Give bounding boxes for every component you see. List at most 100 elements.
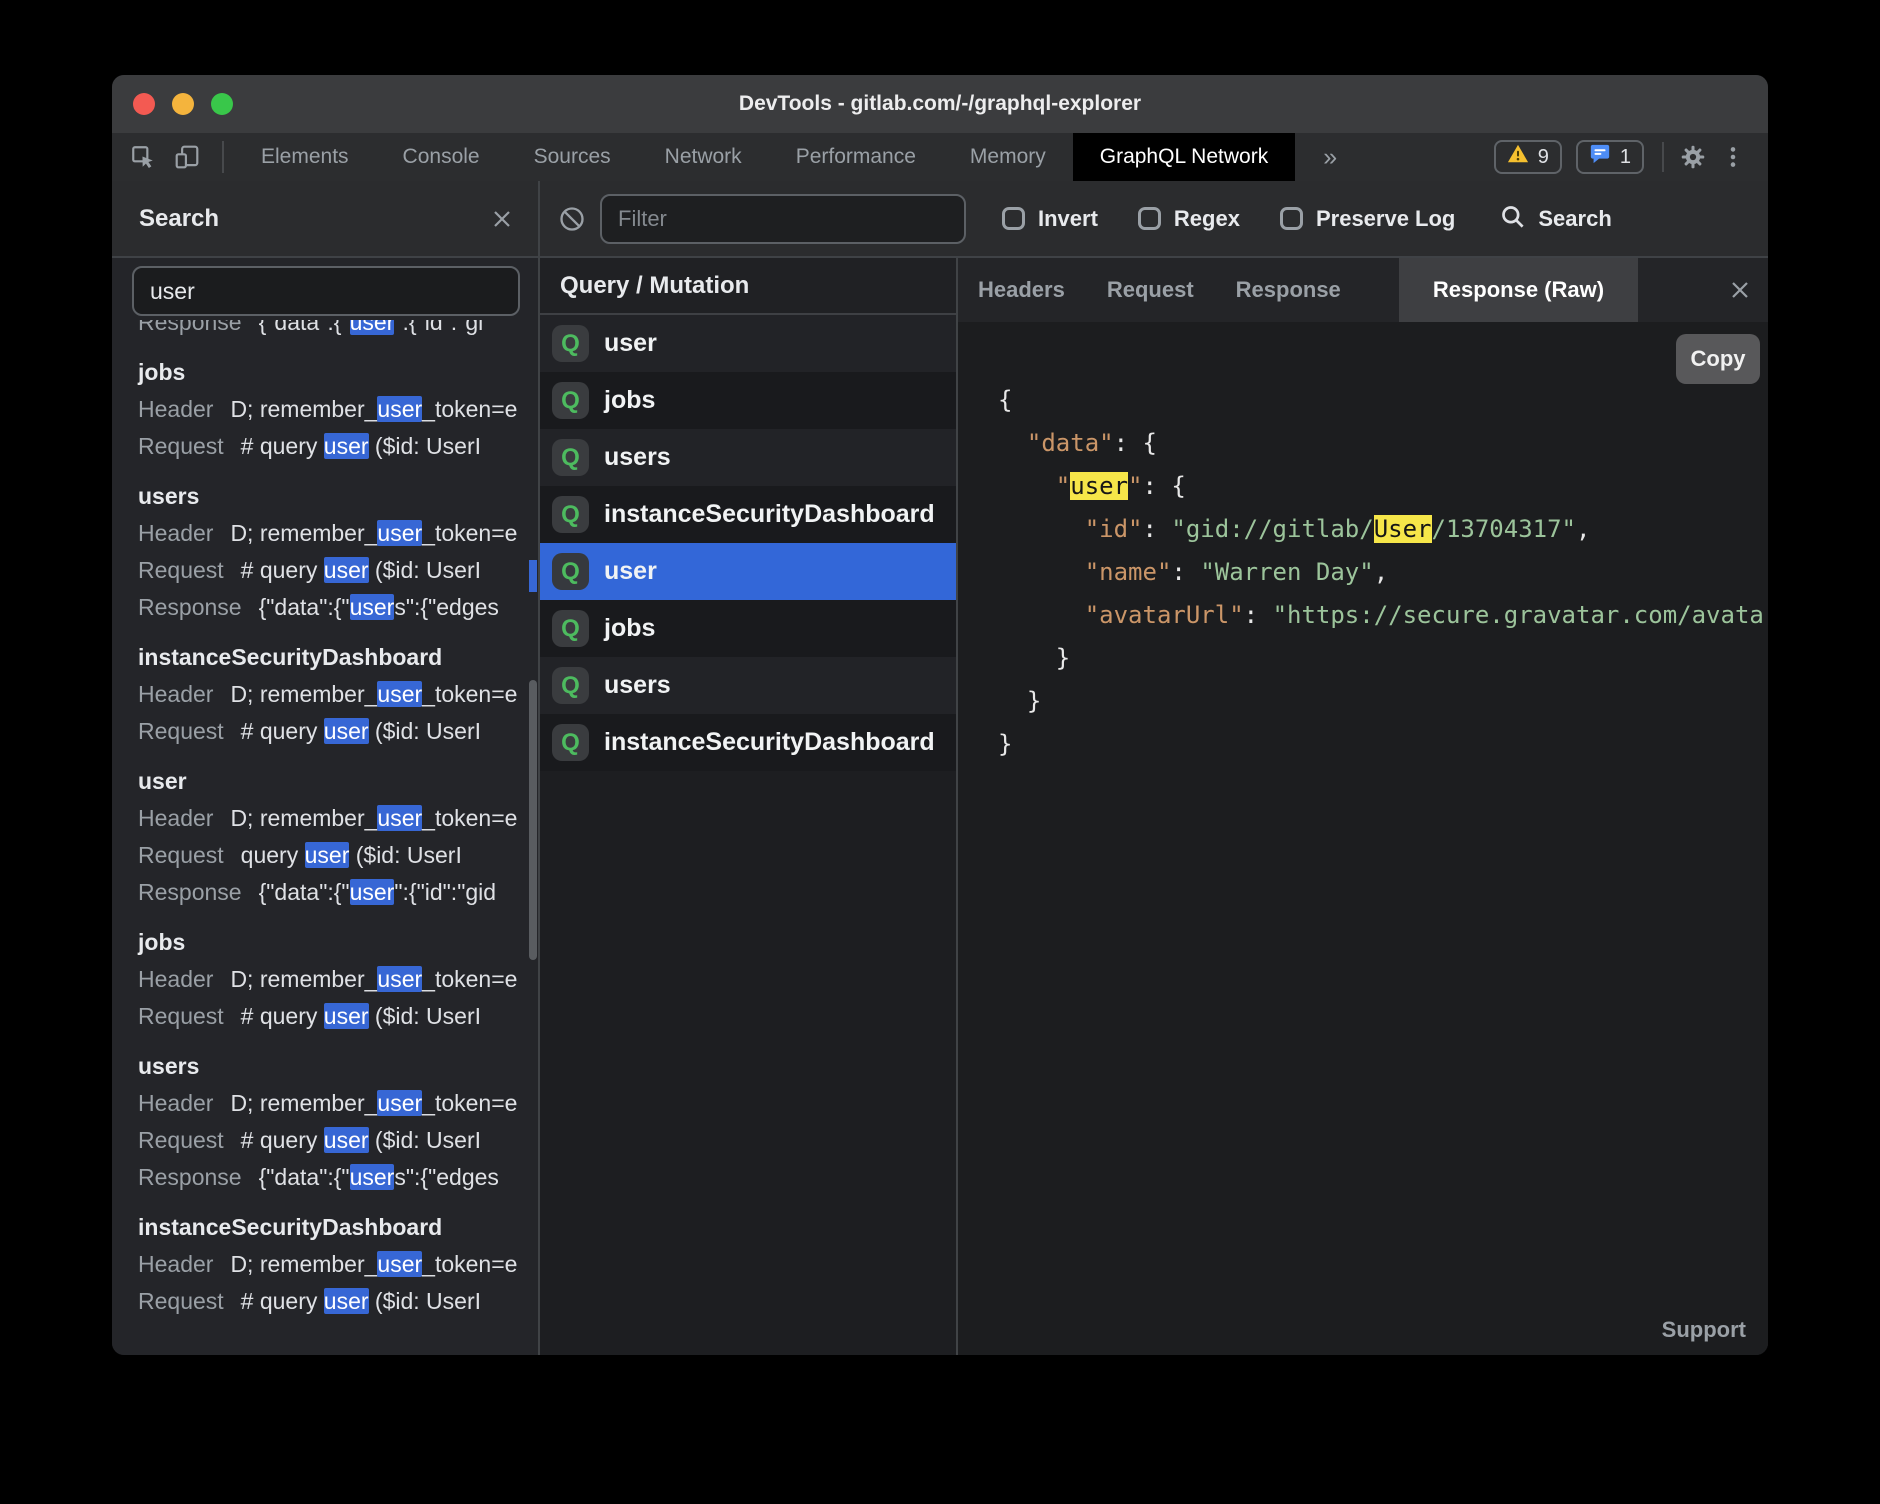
- scrollbar-thumb[interactable]: [529, 680, 537, 960]
- toolbar-divider: [1662, 142, 1664, 172]
- warnings-badge[interactable]: 9: [1494, 140, 1562, 174]
- json-token: ": [1128, 472, 1142, 500]
- search-result-line[interactable]: Requestquery user ($id: UserI: [138, 837, 538, 874]
- json-token: "https://secure.gravatar.com/avatar: [1273, 601, 1768, 629]
- search-result-label: Response: [138, 320, 242, 335]
- json-line: "data": {: [998, 422, 1768, 465]
- search-result-text: ($id: UserI: [369, 718, 481, 744]
- tab-sources[interactable]: Sources: [507, 133, 638, 181]
- tab-performance[interactable]: Performance: [769, 133, 943, 181]
- zoom-window-button[interactable]: [211, 93, 233, 115]
- search-result-line[interactable]: HeaderD; remember_user_token=e: [138, 961, 538, 998]
- search-result-line[interactable]: Response{"data":{"user":{"id":"gid: [138, 874, 538, 911]
- query-list-item[interactable]: Qjobs: [540, 600, 956, 657]
- device-toolbar-icon[interactable]: [172, 142, 202, 172]
- search-result-line[interactable]: HeaderD; remember_user_token=e: [138, 515, 538, 552]
- tab-network[interactable]: Network: [638, 133, 769, 181]
- search-result-group-title[interactable]: user: [138, 763, 538, 800]
- query-list-item[interactable]: Qusers: [540, 429, 956, 486]
- kebab-menu-icon[interactable]: [1718, 142, 1748, 172]
- filter-input[interactable]: [600, 194, 966, 244]
- query-list-item[interactable]: Quser: [540, 315, 956, 372]
- search-match-highlight: user: [324, 1003, 369, 1029]
- search-icon: [1499, 203, 1526, 235]
- checkbox-box-icon[interactable]: [1002, 207, 1025, 230]
- search-result-line[interactable]: Response{"data":{"users":{"edges: [138, 1159, 538, 1196]
- query-list-item[interactable]: QinstanceSecurityDashboard: [540, 486, 956, 543]
- search-result-label: Response: [138, 1164, 242, 1190]
- json-token: {: [1171, 472, 1185, 500]
- minimize-window-button[interactable]: [172, 93, 194, 115]
- search-toggle[interactable]: Search: [1499, 203, 1611, 235]
- window-title: DevTools - gitlab.com/-/graphql-explorer: [332, 75, 1548, 133]
- search-result-group-title[interactable]: users: [138, 478, 538, 515]
- inspect-element-icon[interactable]: [128, 142, 158, 172]
- search-result-group-title[interactable]: instanceSecurityDashboard: [138, 639, 538, 676]
- search-result-line[interactable]: HeaderD; remember_user_token=e: [138, 676, 538, 713]
- json-token: }: [998, 730, 1012, 758]
- search-result-group-title[interactable]: users: [138, 1048, 538, 1085]
- search-result-line[interactable]: Request# query user ($id: UserI: [138, 428, 538, 465]
- titlebar[interactable]: DevTools - gitlab.com/-/graphql-explorer: [112, 75, 1768, 133]
- close-window-button[interactable]: [133, 93, 155, 115]
- query-list-item[interactable]: Qusers: [540, 657, 956, 714]
- checkbox-preserve-log[interactable]: Preserve Log: [1280, 206, 1455, 232]
- json-line: "id": "gid://gitlab/User/13704317",: [998, 508, 1768, 551]
- clear-log-icon[interactable]: [558, 205, 586, 233]
- search-match-highlight: user: [377, 396, 422, 422]
- search-result-line[interactable]: Response{"data":{"user":{"id":"gi: [138, 320, 538, 341]
- checkbox-box-icon[interactable]: [1280, 207, 1303, 230]
- search-result-line[interactable]: Request# query user ($id: UserI: [138, 1122, 538, 1159]
- search-result-line[interactable]: Response{"data":{"users":{"edges: [138, 589, 538, 626]
- search-result-line[interactable]: Request# query user ($id: UserI: [138, 552, 538, 589]
- search-result-group-title[interactable]: jobs: [138, 354, 538, 391]
- message-bubble-icon: [1589, 143, 1611, 171]
- json-token: "name": [1085, 558, 1172, 586]
- search-result-line[interactable]: Request# query user ($id: UserI: [138, 713, 538, 750]
- search-result-line[interactable]: Request# query user ($id: UserI: [138, 998, 538, 1035]
- search-match-highlight: user: [324, 1288, 369, 1314]
- search-result-line[interactable]: HeaderD; remember_user_token=e: [138, 1246, 538, 1283]
- json-token: "Warren Day": [1200, 558, 1373, 586]
- checkbox-invert[interactable]: Invert: [1002, 206, 1098, 232]
- search-result-line[interactable]: HeaderD; remember_user_token=e: [138, 391, 538, 428]
- main-tabs: ElementsConsoleSourcesNetworkPerformance…: [234, 133, 1295, 181]
- query-list-item[interactable]: Qjobs: [540, 372, 956, 429]
- copy-button[interactable]: Copy: [1676, 334, 1760, 384]
- query-list-item[interactable]: QinstanceSecurityDashboard: [540, 714, 956, 771]
- query-list-item[interactable]: Quser: [540, 543, 956, 600]
- tab-elements[interactable]: Elements: [234, 133, 376, 181]
- search-input[interactable]: [132, 266, 520, 316]
- warning-triangle-icon: [1507, 143, 1529, 171]
- warning-count: 9: [1538, 146, 1549, 169]
- search-result-line[interactable]: HeaderD; remember_user_token=e: [138, 1085, 538, 1122]
- json-line: }: [998, 723, 1768, 766]
- checkbox-box-icon[interactable]: [1138, 207, 1161, 230]
- devtools-tabbar: ElementsConsoleSourcesNetworkPerformance…: [112, 133, 1768, 181]
- search-result-line[interactable]: Request# query user ($id: UserI: [138, 1283, 538, 1320]
- detail-tab-response-raw[interactable]: Response (Raw): [1399, 258, 1638, 322]
- json-token: }: [1056, 644, 1070, 672]
- close-detail-icon[interactable]: [1728, 278, 1752, 302]
- search-result-text: D; remember_: [230, 681, 377, 707]
- search-result-group-title[interactable]: jobs: [138, 924, 538, 961]
- json-indent: [998, 515, 1085, 543]
- detail-tab-request[interactable]: Request: [1107, 277, 1194, 303]
- settings-gear-icon[interactable]: [1678, 142, 1708, 172]
- tab-console[interactable]: Console: [376, 133, 507, 181]
- query-list-item-label: user: [604, 557, 657, 586]
- detail-tab-headers[interactable]: Headers: [978, 277, 1065, 303]
- search-result-group-title[interactable]: instanceSecurityDashboard: [138, 1209, 538, 1246]
- more-tabs-icon[interactable]: »: [1295, 143, 1365, 172]
- close-search-icon[interactable]: [490, 207, 514, 231]
- detail-tab-response[interactable]: Response: [1236, 277, 1341, 303]
- query-type-icon: Q: [552, 610, 589, 647]
- tab-memory[interactable]: Memory: [943, 133, 1073, 181]
- checkbox-regex[interactable]: Regex: [1138, 206, 1240, 232]
- support-link[interactable]: Support: [1662, 1317, 1746, 1343]
- search-result-label: Header: [138, 1090, 213, 1116]
- tab-graphql-network[interactable]: GraphQL Network: [1073, 133, 1295, 181]
- issues-badge[interactable]: 1: [1576, 140, 1644, 174]
- json-token: /13704317": [1432, 515, 1577, 543]
- search-result-line[interactable]: HeaderD; remember_user_token=e: [138, 800, 538, 837]
